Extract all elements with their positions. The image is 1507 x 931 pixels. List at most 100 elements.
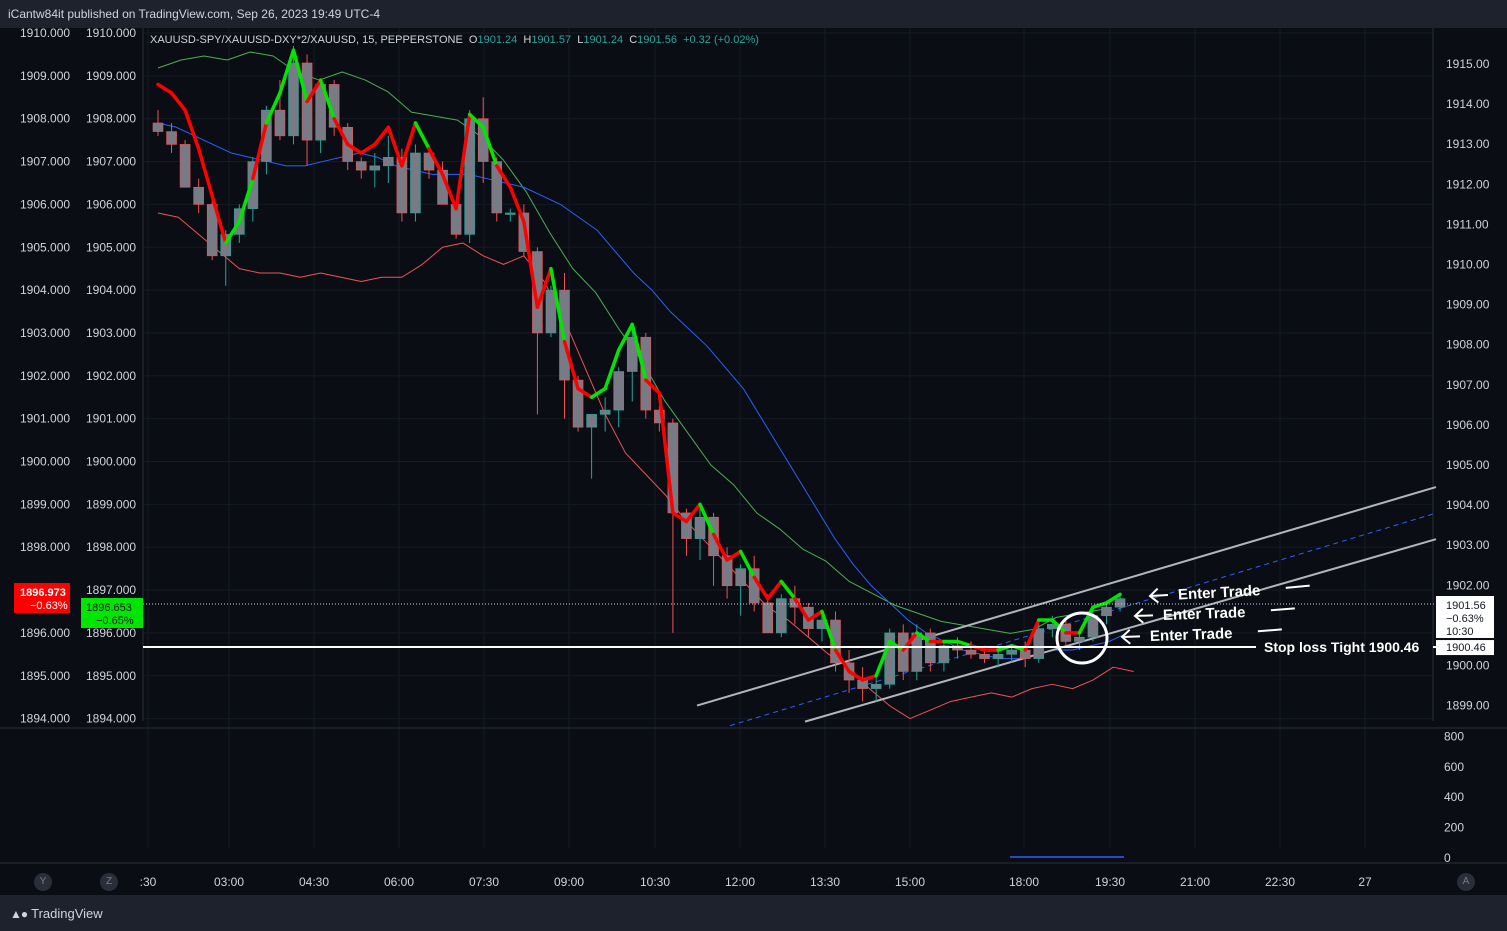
right-axis-tick: 1912.00 <box>1446 177 1490 191</box>
candle-body <box>152 122 164 132</box>
left-outer-tick: 1903.000 <box>20 326 70 340</box>
time-axis-tick: 13:30 <box>810 875 840 889</box>
right-badge-change: −0.63% <box>1446 613 1484 625</box>
legend-change: +0.32 (+0.02%) <box>683 34 759 46</box>
volume-axis-tick: 800 <box>1444 729 1464 743</box>
left-outer-tick: 1898.000 <box>20 540 70 554</box>
left-outer-tick: 1902.000 <box>20 369 70 383</box>
right-axis-tick: 1905.00 <box>1446 458 1490 472</box>
candle-body <box>613 371 625 411</box>
candle-body <box>694 516 706 539</box>
left-outer-tick: 1910.000 <box>20 28 70 40</box>
enter-trade-label: Enter Trade <box>1163 604 1246 624</box>
volume-axis-tick: 200 <box>1444 821 1464 835</box>
volume-axis-tick: 600 <box>1444 760 1464 774</box>
brand-label: TradingView <box>31 906 103 921</box>
right-axis-tick: 1910.00 <box>1446 258 1490 272</box>
tradingview-logo[interactable]: ▲● TradingView <box>10 906 103 921</box>
left-inner-tick: 1899.000 <box>86 497 136 511</box>
left-inner-tick: 1901.000 <box>86 412 136 426</box>
left-outer-tick: 1901.000 <box>20 412 70 426</box>
chart-frame[interactable]: 1910.000 1909.000 1908.000 1907.000 1906.000… <box>0 28 1507 895</box>
left-outer-tick: 1909.000 <box>20 69 70 83</box>
right-axis-tick: 1903.00 <box>1446 538 1490 552</box>
right-axis-tick: 1899.00 <box>1446 699 1490 713</box>
candle-body <box>992 654 1004 659</box>
legend-close: 1901.56 <box>637 34 677 46</box>
enter-trade-label: Enter Trade <box>1150 625 1233 645</box>
symbol-legend: XAUUSD-SPY/XAUUSD-DXY*2/XAUUSD, 15, PEPP… <box>150 34 759 46</box>
stop-loss-label: Stop loss Tight 1900.46 <box>1264 639 1420 655</box>
candle-body <box>979 654 990 659</box>
right-axis-tick: 1907.00 <box>1446 378 1490 392</box>
time-axis-tick: 12:00 <box>725 875 755 889</box>
left-inner-tick: 1897.000 <box>86 583 136 597</box>
time-axis-tick: 04:30 <box>299 875 329 889</box>
time-axis-tick: 10:30 <box>640 875 670 889</box>
right-axis-tick: 1913.00 <box>1446 137 1490 151</box>
left-outer-tick: 1900.000 <box>20 455 70 469</box>
time-axis-tick: 06:00 <box>384 875 414 889</box>
publish-info: iCantw84it published on TradingView.com,… <box>8 7 381 21</box>
candle-body <box>897 632 909 672</box>
time-axis-tick: 03:00 <box>214 875 244 889</box>
left-inner-tick: 1898.000 <box>86 540 136 554</box>
candle-body <box>599 409 611 415</box>
left-outer-tick: 1899.000 <box>20 497 70 511</box>
left-inner-tick: 1903.000 <box>86 326 136 340</box>
left-inner-tick: 1895.000 <box>86 669 136 683</box>
left-outer-tick: 1904.000 <box>20 283 70 297</box>
left-outer-tick: 1905.000 <box>20 240 70 254</box>
right-axis-tick: 1915.00 <box>1446 57 1490 71</box>
time-axis-tick: 09:00 <box>554 875 584 889</box>
candle-body <box>504 212 516 215</box>
tradingview-icon: ▲● <box>10 906 28 921</box>
left-inner-tick: 1906.000 <box>86 197 136 211</box>
right-axis-tick: 1909.00 <box>1446 298 1490 312</box>
right-axis-tick: 1904.00 <box>1446 498 1490 512</box>
candle-body <box>355 161 367 171</box>
right-stop-badge-value: 1900.46 <box>1446 642 1486 654</box>
footer-bar <box>0 895 1507 931</box>
left-inner-tick: 1908.000 <box>86 112 136 126</box>
left-outer-tick: 1895.000 <box>20 669 70 683</box>
candle-body <box>179 144 191 188</box>
left-outer-tick: 1906.000 <box>20 197 70 211</box>
left-outer-badge-change: −0.63% <box>30 600 68 612</box>
candle-body <box>1006 649 1017 655</box>
candle-body <box>1033 628 1045 659</box>
candle-body <box>1101 606 1112 617</box>
time-axis-tick: 07:30 <box>469 875 499 889</box>
time-axis-tick: 22:30 <box>1265 875 1295 889</box>
price-chart[interactable]: 1910.000 1909.000 1908.000 1907.000 1906.000… <box>0 28 1507 895</box>
left-outer-tick: 1894.000 <box>20 712 70 726</box>
candle-body <box>775 598 787 634</box>
left-inner-badge-value: 1896.653 <box>86 602 132 614</box>
right-axis-tick: 1911.00 <box>1446 217 1489 231</box>
left-inner-tick: 1910.000 <box>86 28 136 40</box>
candle-body <box>166 131 177 145</box>
candle-body <box>938 645 950 664</box>
candle-body <box>369 165 381 171</box>
auto-scale-button[interactable]: A <box>1457 873 1475 891</box>
candle-body <box>586 414 597 428</box>
candle-body <box>762 602 774 634</box>
left-outer-tick: 1907.000 <box>20 155 70 169</box>
right-badge-time: 10:30 <box>1446 626 1474 638</box>
right-axis-tick: 1914.00 <box>1446 97 1490 111</box>
time-axis-tick: 18:00 <box>1009 875 1039 889</box>
left-inner-tick: 1907.000 <box>86 155 136 169</box>
z-axis-button[interactable]: Z <box>100 873 118 891</box>
publish-header: iCantw84it published on TradingView.com,… <box>0 0 1507 28</box>
candle-body <box>735 568 746 587</box>
left-inner-tick: 1904.000 <box>86 283 136 297</box>
left-outer-tick: 1908.000 <box>20 112 70 126</box>
legend-c-label: C <box>629 34 638 46</box>
left-inner-tick: 1902.000 <box>86 369 136 383</box>
candle-body <box>1114 598 1126 608</box>
volume-axis-tick: 400 <box>1444 790 1464 804</box>
candle-body <box>274 109 286 137</box>
y-axis-button[interactable]: Y <box>34 873 52 891</box>
time-axis-tick: 21:00 <box>1180 875 1210 889</box>
candle-body <box>870 684 882 689</box>
